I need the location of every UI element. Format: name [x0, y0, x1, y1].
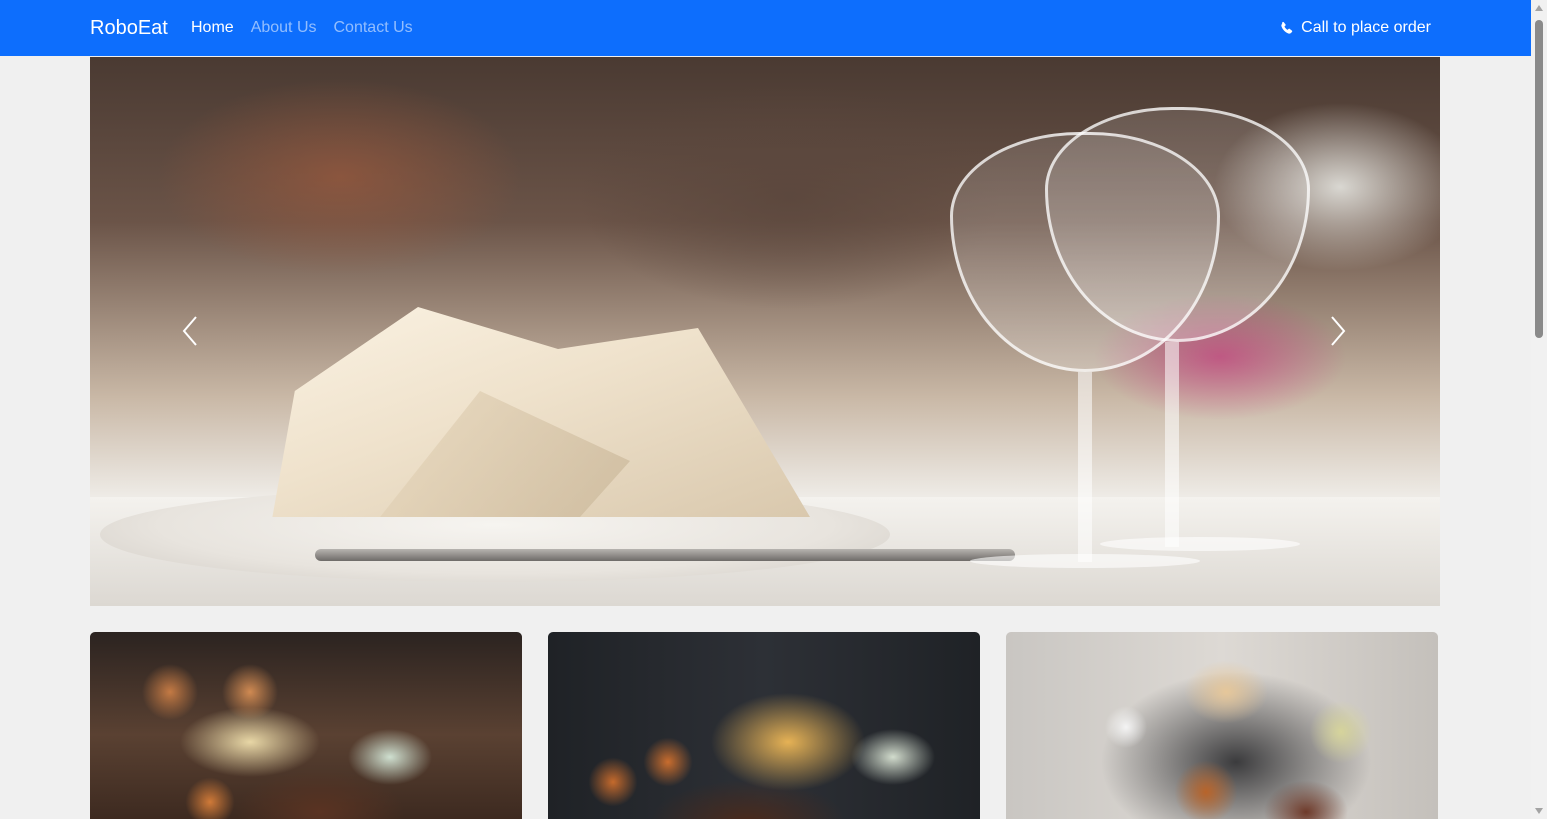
food-card-1[interactable]: [90, 632, 522, 819]
nav-links: Home About Us Contact Us: [191, 18, 413, 38]
chevron-right-icon: [1331, 316, 1346, 346]
glass-stem: [1078, 372, 1092, 562]
scrollbar[interactable]: [1531, 0, 1547, 819]
call-to-order[interactable]: Call to place order: [1279, 18, 1431, 38]
carousel-prev-button[interactable]: [170, 309, 210, 353]
food-card-3[interactable]: [1006, 632, 1438, 819]
glass-base: [970, 554, 1200, 568]
hero-carousel: [90, 57, 1440, 606]
nav-link-home[interactable]: Home: [191, 18, 234, 38]
food-card-2[interactable]: [548, 632, 980, 819]
chevron-left-icon: [182, 316, 197, 346]
glass-base: [1100, 537, 1300, 551]
phone-icon: [1281, 21, 1293, 34]
scrollbar-thumb[interactable]: [1535, 20, 1543, 338]
brand-logo[interactable]: RoboEat: [90, 15, 168, 41]
nav-link-about-us[interactable]: About Us: [251, 18, 317, 38]
scroll-up-arrow-icon[interactable]: [1535, 5, 1543, 11]
glass-stem: [1165, 342, 1179, 547]
carousel-next-button[interactable]: [1318, 309, 1358, 353]
nav-link-contact-us[interactable]: Contact Us: [334, 18, 413, 38]
navbar: RoboEat Home About Us Contact Us Call to…: [0, 0, 1531, 56]
call-label: Call to place order: [1301, 19, 1431, 36]
knife-image: [315, 549, 1015, 561]
scroll-down-arrow-icon[interactable]: [1535, 808, 1543, 814]
